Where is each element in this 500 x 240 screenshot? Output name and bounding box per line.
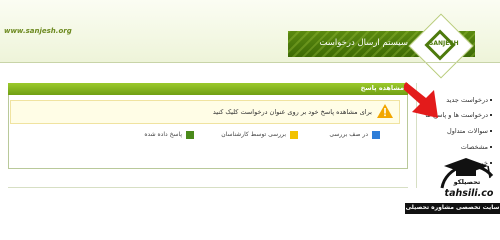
legend-swatch-review bbox=[290, 131, 298, 139]
header-divider bbox=[0, 62, 500, 63]
notice-text: برای مشاهده پاسخ خود بر روی عنوان درخواس… bbox=[212, 108, 372, 116]
bullet-icon bbox=[490, 99, 492, 101]
logo-text: SANJESH bbox=[429, 40, 459, 47]
response-panel bbox=[8, 83, 408, 169]
bullet-icon bbox=[490, 130, 492, 132]
site-url[interactable]: www.sanjesh.org bbox=[4, 27, 72, 35]
panel-title: مشاهده پاسخ bbox=[360, 84, 404, 92]
legend-swatch-queue bbox=[372, 131, 380, 139]
legend-swatch-answered bbox=[186, 131, 194, 139]
red-arrow-icon bbox=[404, 82, 438, 118]
watermark-tagline: سایت تخصصی مشاوره تحصیلی bbox=[405, 204, 500, 211]
bullet-icon bbox=[490, 114, 492, 116]
content-divider bbox=[8, 187, 408, 188]
system-title: سیستم ارسال درخواست bbox=[319, 38, 408, 48]
legend-label-queue: در صف بررسی bbox=[329, 131, 368, 138]
bullet-icon bbox=[490, 146, 492, 148]
watermark-brand-fa: تحصیلکو bbox=[453, 178, 481, 186]
legend-label-answered: پاسخ داده شده bbox=[144, 131, 182, 138]
watermark-brand: tahsili.co bbox=[444, 188, 494, 199]
legend-label-review: بررسی توسط کارشناسان bbox=[221, 131, 286, 138]
warning-icon bbox=[377, 104, 393, 118]
sidebar-item-profile[interactable]: مشخصات bbox=[418, 143, 488, 151]
